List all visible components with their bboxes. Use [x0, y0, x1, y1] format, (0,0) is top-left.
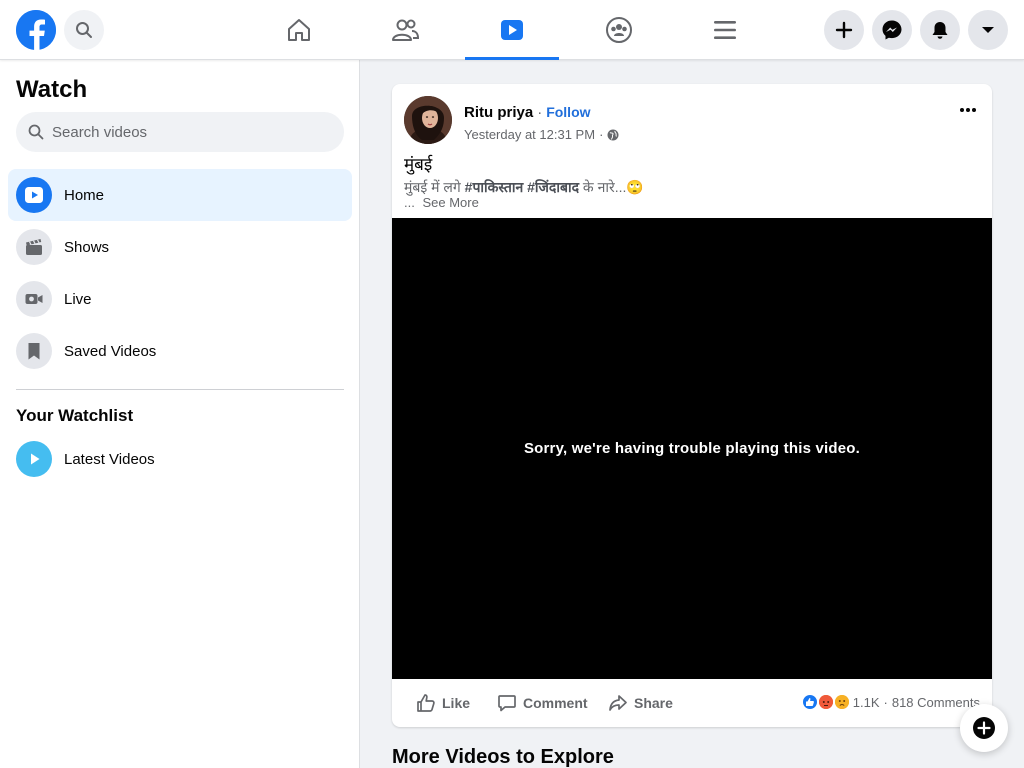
see-more-line: ... See More — [404, 195, 479, 210]
author-separator: · — [537, 104, 543, 121]
tab-friends[interactable] — [358, 0, 452, 60]
groups-icon — [606, 17, 632, 43]
post-timestamp[interactable]: Yesterday at 12:31 PM — [464, 127, 595, 142]
bell-icon — [932, 22, 948, 39]
clapperboard-icon — [16, 229, 52, 265]
live-camera-icon — [16, 281, 52, 317]
sidebar-item-label: Latest Videos — [64, 450, 155, 468]
reactions-count: 1.1K — [852, 694, 880, 710]
sidebar-item-latest-videos[interactable]: Latest Videos — [8, 433, 352, 485]
post-title: मुंबई — [404, 155, 433, 174]
sidebar-item-home[interactable]: Home — [8, 169, 352, 221]
facebook-logo-icon[interactable] — [16, 10, 56, 50]
sidebar-title: Watch — [16, 76, 88, 103]
play-circle-icon — [16, 441, 52, 477]
sad-reaction-icon — [832, 693, 851, 711]
messenger-button[interactable] — [872, 10, 912, 50]
tab-groups[interactable] — [572, 0, 666, 60]
tab-home[interactable] — [252, 0, 346, 60]
like-button[interactable]: Like — [416, 689, 470, 717]
follow-link[interactable]: Follow — [546, 104, 590, 120]
more-videos-heading: More Videos to Explore — [392, 746, 614, 768]
play-video-icon — [16, 177, 52, 213]
home-icon — [288, 19, 310, 41]
share-label: Share — [634, 695, 673, 711]
account-menu-button[interactable] — [968, 10, 1008, 50]
sidebar-item-label: Live — [64, 290, 92, 308]
comment-button[interactable]: Comment — [497, 689, 588, 717]
plus-icon — [835, 21, 853, 39]
new-message-button[interactable] — [960, 704, 1008, 752]
meta-separator: · — [599, 127, 604, 142]
bookmark-icon — [16, 333, 52, 369]
emoji: 🙄 — [626, 179, 644, 195]
video-error-message: Sorry, we're having trouble playing this… — [523, 440, 861, 457]
sidebar-item-saved-videos[interactable]: Saved Videos — [8, 325, 352, 377]
post-options-button[interactable] — [956, 98, 980, 122]
comment-icon — [498, 695, 516, 712]
search-button[interactable] — [64, 10, 104, 50]
search-icon — [76, 22, 92, 38]
video-post-card: Ritu priya · Follow Yesterday at 12:31 PM … — [392, 84, 992, 727]
top-navigation-bar — [0, 0, 1024, 60]
author-name[interactable]: Ritu priya — [464, 104, 533, 121]
globe-icon — [607, 129, 619, 140]
author-avatar[interactable] — [404, 96, 452, 144]
sidebar-item-label: Saved Videos — [64, 342, 157, 360]
hamburger-menu-icon — [714, 21, 736, 39]
create-button[interactable] — [824, 10, 864, 50]
thumbs-up-icon — [417, 694, 435, 712]
messenger-icon — [882, 20, 902, 40]
sidebar-item-label: Shows — [64, 238, 110, 256]
comment-label: Comment — [523, 695, 588, 711]
sidebar-divider — [16, 389, 344, 390]
sidebar-item-shows[interactable]: Shows — [8, 221, 352, 273]
like-label: Like — [442, 695, 471, 711]
share-button[interactable]: Share — [608, 689, 673, 717]
plus-circle-icon — [973, 717, 995, 739]
video-player[interactable]: Sorry, we're having trouble playing this… — [392, 218, 992, 679]
hashtag-link[interactable]: #जिंदाबाद — [527, 179, 579, 195]
friends-icon — [392, 19, 419, 41]
watch-sidebar: Watch Home Shows Live Saved Videos Your … — [0, 60, 360, 768]
like-reaction-icon — [800, 693, 819, 711]
post-actions-bar: Like Comment Share 1.1K · 818 Comments — [392, 679, 992, 727]
post-meta: Yesterday at 12:31 PM · — [464, 127, 619, 142]
tab-menu[interactable] — [678, 0, 772, 60]
search-videos-box[interactable] — [16, 112, 344, 152]
notifications-button[interactable] — [920, 10, 960, 50]
sidebar-item-live[interactable]: Live — [8, 273, 352, 325]
sidebar-item-label: Home — [64, 186, 105, 204]
caret-down-icon — [982, 27, 994, 33]
watchlist-title: Your Watchlist — [16, 406, 134, 425]
post-author-line: Ritu priya · Follow — [464, 104, 591, 121]
tab-watch[interactable] — [465, 0, 559, 60]
share-icon — [609, 695, 627, 711]
more-horizontal-icon — [960, 108, 976, 112]
comments-count[interactable]: 818 Comments — [892, 695, 980, 710]
see-more-link[interactable]: See More — [422, 195, 478, 210]
reactions-summary[interactable]: 1.1K · 818 Comments — [800, 693, 980, 711]
watch-video-icon — [501, 20, 523, 40]
angry-reaction-icon — [816, 693, 835, 711]
hashtag-link[interactable]: #पाकिस्तान — [465, 179, 524, 195]
reactions-separator: · — [883, 694, 888, 710]
search-icon — [28, 124, 44, 140]
search-videos-input[interactable] — [52, 123, 332, 141]
